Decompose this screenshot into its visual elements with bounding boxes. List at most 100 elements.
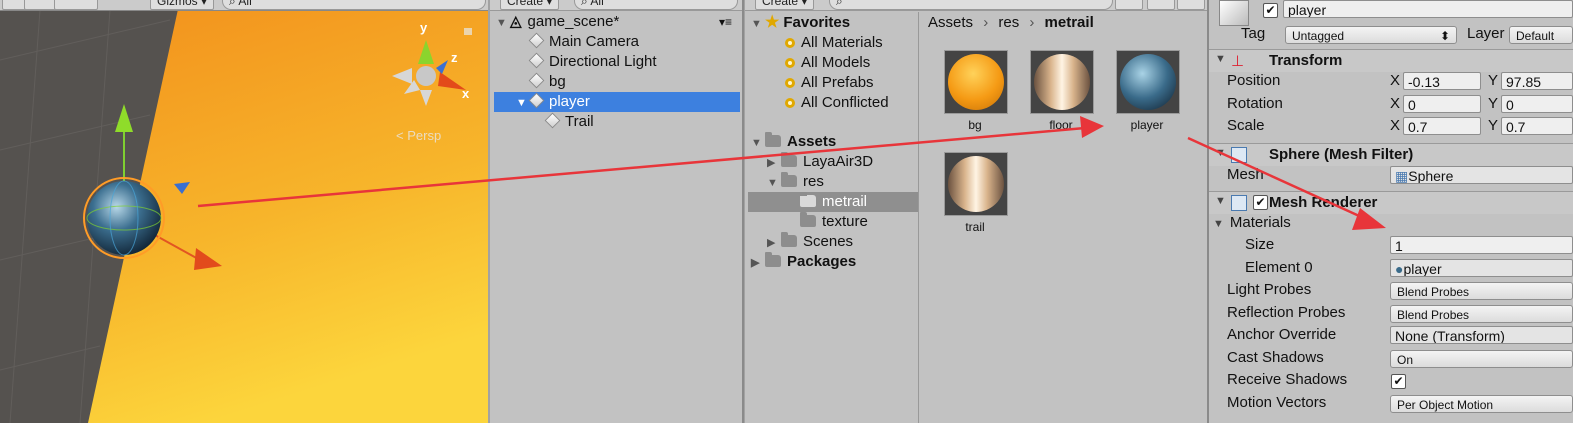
reflection-probes-dropdown[interactable]: Blend Probes	[1390, 305, 1573, 323]
position-x-field[interactable]: -0.13	[1403, 72, 1481, 90]
effects-button[interactable]	[54, 0, 98, 10]
favorite-star-icon[interactable]	[1177, 0, 1205, 10]
foldout-triangle-icon[interactable]: ▼	[1213, 218, 1224, 230]
cast-shadows-label: Cast Shadows	[1227, 349, 1324, 366]
packages-label: Packages	[787, 253, 857, 270]
asset-thumb-trail[interactable]	[944, 152, 1008, 216]
position-x-label: X	[1390, 72, 1401, 89]
hierarchy-search-input[interactable]: ⌕ All	[574, 0, 738, 10]
tag-dropdown[interactable]: Untagged ⬍	[1285, 26, 1457, 44]
expand-triangle-icon[interactable]: ▼	[516, 93, 530, 113]
folder-layaair3d[interactable]: ▶ LayaAir3D	[767, 152, 873, 172]
anchor-override-field[interactable]: None (Transform)	[1390, 326, 1573, 344]
mesh-renderer-enabled-checkbox[interactable]: ✔	[1253, 195, 1268, 210]
gameobject-icon	[528, 32, 545, 49]
hierarchy-item-main-camera[interactable]: Main Camera	[528, 32, 639, 52]
layer-dropdown[interactable]: Default	[1509, 26, 1573, 44]
mesh-filter-title: Sphere (Mesh Filter)	[1269, 146, 1414, 163]
folder-scenes[interactable]: ▶ Scenes	[767, 232, 853, 252]
receive-shadows-checkbox[interactable]: ✔	[1391, 374, 1406, 389]
favorite-all-models[interactable]: All Models	[785, 53, 870, 73]
favorites-row[interactable]: ▼ ★ Favorites	[751, 13, 850, 33]
filter-label-icon[interactable]	[1147, 0, 1175, 10]
mesh-value: Sphere	[1408, 168, 1454, 184]
mesh-field[interactable]: ▦Sphere	[1390, 166, 1573, 184]
size-field[interactable]: 1	[1390, 236, 1573, 254]
materials-foldout[interactable]: ▼ Materials	[1213, 214, 1291, 231]
mesh-label: Mesh	[1227, 166, 1264, 183]
search-icon	[785, 38, 795, 48]
folder-metrail[interactable]: metrail	[748, 192, 918, 212]
foldout-triangle-icon[interactable]: ▼	[1215, 147, 1226, 159]
gameobject-large-icon	[1219, 0, 1249, 26]
breadcrumb-res[interactable]: res	[998, 14, 1019, 31]
hierarchy-item-player[interactable]: ▼ player	[494, 92, 740, 112]
asset-thumb-bg[interactable]	[944, 50, 1008, 114]
mesh-filter-header[interactable]: ▼ Sphere (Mesh Filter)	[1209, 143, 1573, 166]
light-probes-dropdown[interactable]: Blend Probes	[1390, 282, 1573, 300]
assets-root-row[interactable]: ▼ Assets	[751, 132, 836, 152]
scene-menu-icon[interactable]: ▾≡	[719, 12, 732, 32]
light-probes-label: Light Probes	[1227, 281, 1312, 298]
lock-icon[interactable]	[464, 28, 472, 35]
audio-toggle-button[interactable]	[24, 0, 58, 10]
transform-header[interactable]: ▼ ⊥ Transform	[1209, 49, 1573, 72]
receive-shadows-label: Receive Shadows	[1227, 371, 1348, 388]
breadcrumb: Assets › res › metrail	[928, 14, 1094, 31]
asset-label-player[interactable]: player	[1102, 118, 1192, 132]
scale-y-label: Y	[1488, 117, 1499, 134]
filter-type-icon[interactable]	[1115, 0, 1143, 10]
scale-x-field[interactable]: 0.7	[1403, 117, 1481, 135]
position-y-field[interactable]: 97.85	[1501, 72, 1573, 90]
collapse-triangle-icon[interactable]: ▼	[496, 13, 510, 33]
project-tree: ▼ ★ Favorites All Materials All Models All…	[745, 12, 919, 423]
unity-scene-icon: ◬	[510, 13, 522, 30]
folder-label: LayaAir3D	[803, 153, 874, 170]
asset-label-floor[interactable]: floor	[1016, 118, 1106, 132]
motion-vectors-dropdown[interactable]: Per Object Motion	[1390, 395, 1573, 413]
cast-shadows-dropdown[interactable]: On	[1390, 350, 1573, 368]
scene-search-input[interactable]: ⌕ All	[222, 0, 486, 10]
folder-icon	[765, 252, 781, 267]
rotation-y-field[interactable]: 0	[1501, 95, 1573, 113]
gizmos-dropdown[interactable]: Gizmos ▾	[150, 0, 215, 10]
gizmos-label: Gizmos	[157, 0, 198, 8]
mesh-renderer-header[interactable]: ▼ ✔ Mesh Renderer	[1209, 191, 1573, 214]
scene-root-row[interactable]: ▼ ◬ game_scene* ▾≡	[496, 12, 736, 32]
active-checkbox[interactable]: ✔	[1263, 3, 1278, 18]
folder-label: res	[803, 173, 824, 190]
asset-thumb-player[interactable]	[1116, 50, 1180, 114]
hierarchy-item-label: Directional Light	[549, 53, 657, 70]
folder-res[interactable]: ▼ res	[767, 172, 824, 192]
scale-y-field[interactable]: 0.7	[1501, 117, 1573, 135]
hierarchy-item-bg[interactable]: bg	[528, 72, 566, 92]
material-preview-icon	[1120, 54, 1176, 110]
folder-texture[interactable]: texture	[800, 212, 868, 232]
hierarchy-item-directional-light[interactable]: Directional Light	[528, 52, 657, 72]
mesh-icon: ▦	[1395, 168, 1409, 184]
packages-row[interactable]: ▶ Packages	[751, 252, 856, 272]
breadcrumb-metrail[interactable]: metrail	[1045, 14, 1094, 31]
search-icon	[785, 58, 795, 68]
scene-canvas[interactable]: y z x	[0, 0, 488, 423]
object-name-field[interactable]: player	[1283, 0, 1573, 18]
asset-label-bg[interactable]: bg	[930, 118, 1020, 132]
rotation-x-field[interactable]: 0	[1403, 95, 1481, 113]
project-create-button[interactable]: Create ▾	[755, 0, 815, 10]
favorite-all-conflicted[interactable]: All Conflicted	[785, 93, 889, 113]
favorite-all-prefabs[interactable]: All Prefabs	[785, 73, 874, 93]
hierarchy-create-button[interactable]: Create ▾	[500, 0, 560, 10]
favorite-all-materials[interactable]: All Materials	[785, 33, 883, 53]
asset-thumb-floor[interactable]	[1030, 50, 1094, 114]
folder-icon	[781, 152, 797, 167]
project-search-input[interactable]: ⌕	[829, 0, 1113, 10]
asset-label-trail[interactable]: trail	[930, 220, 1020, 234]
foldout-triangle-icon[interactable]: ▼	[1215, 53, 1226, 65]
axis-x-label: x	[462, 86, 470, 101]
breadcrumb-assets[interactable]: Assets	[928, 14, 973, 31]
scene-view[interactable]: y z x < Persp Gizmos ▾ ⌕ All	[0, 0, 488, 423]
persp-label[interactable]: < Persp	[396, 128, 441, 143]
hierarchy-item-trail[interactable]: Trail	[544, 112, 594, 132]
foldout-triangle-icon[interactable]: ▼	[1215, 195, 1226, 207]
element0-field[interactable]: ●player	[1390, 259, 1573, 277]
